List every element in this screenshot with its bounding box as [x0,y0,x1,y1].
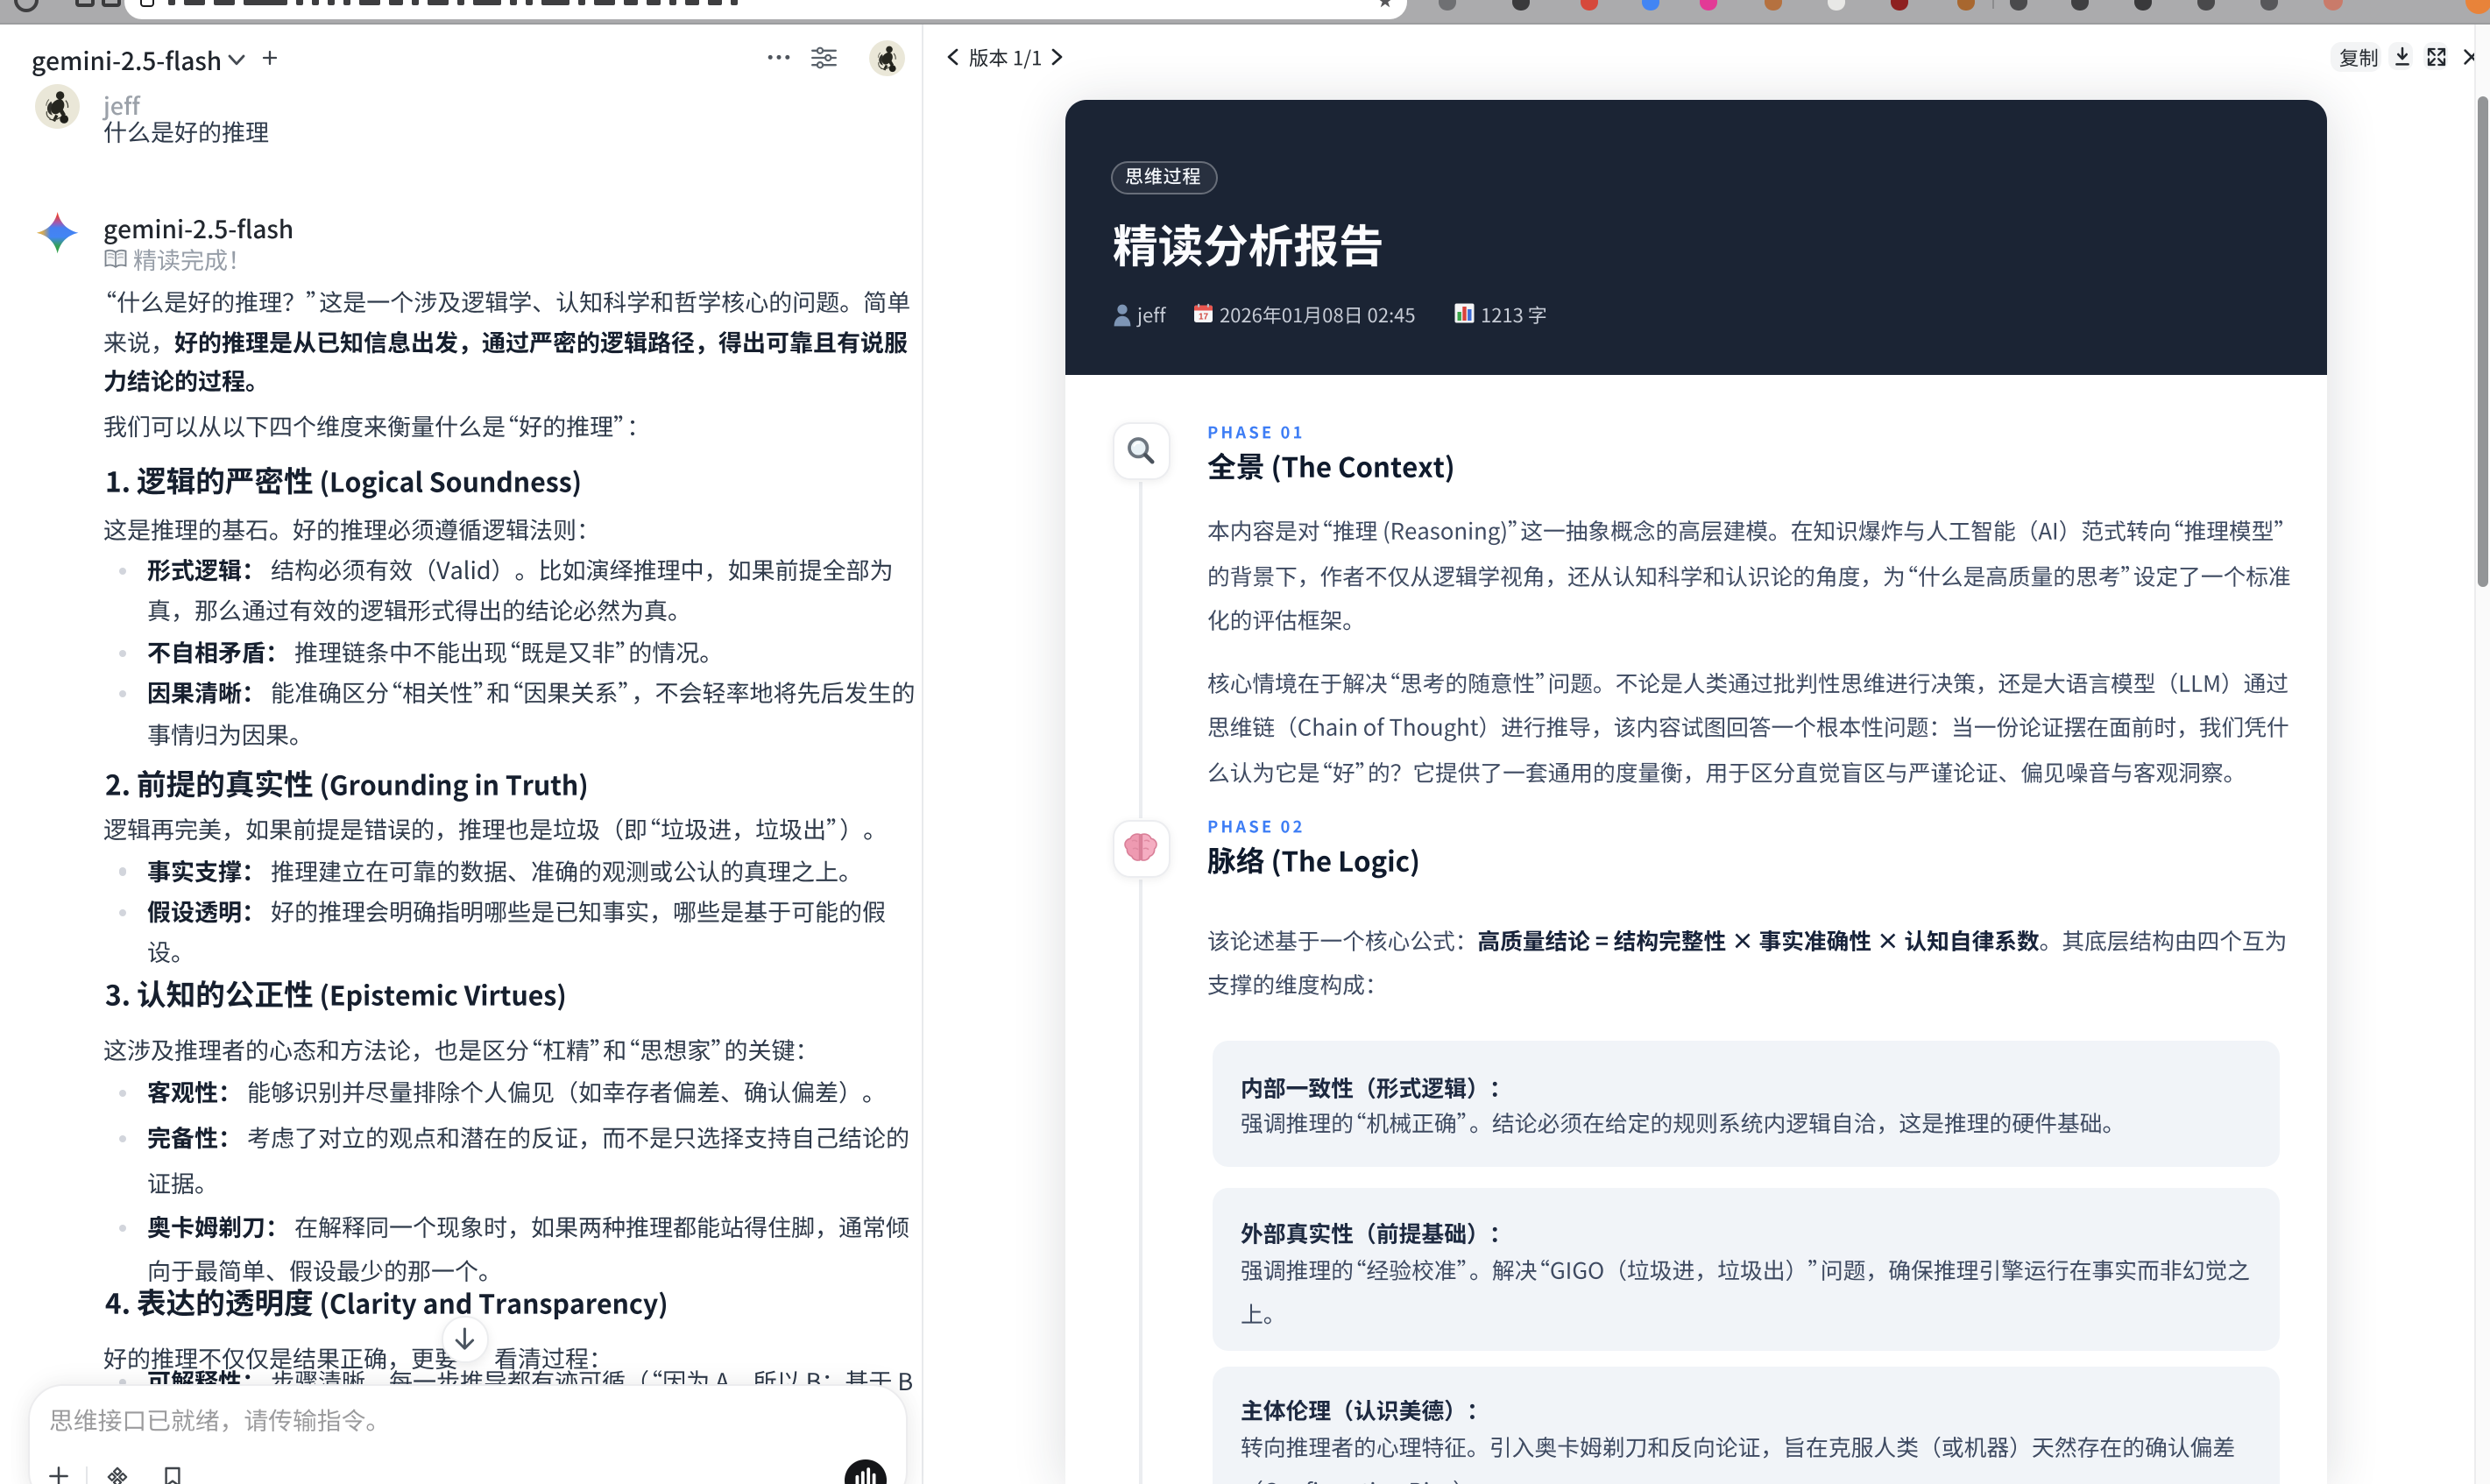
svg-text:17: 17 [1198,312,1208,322]
